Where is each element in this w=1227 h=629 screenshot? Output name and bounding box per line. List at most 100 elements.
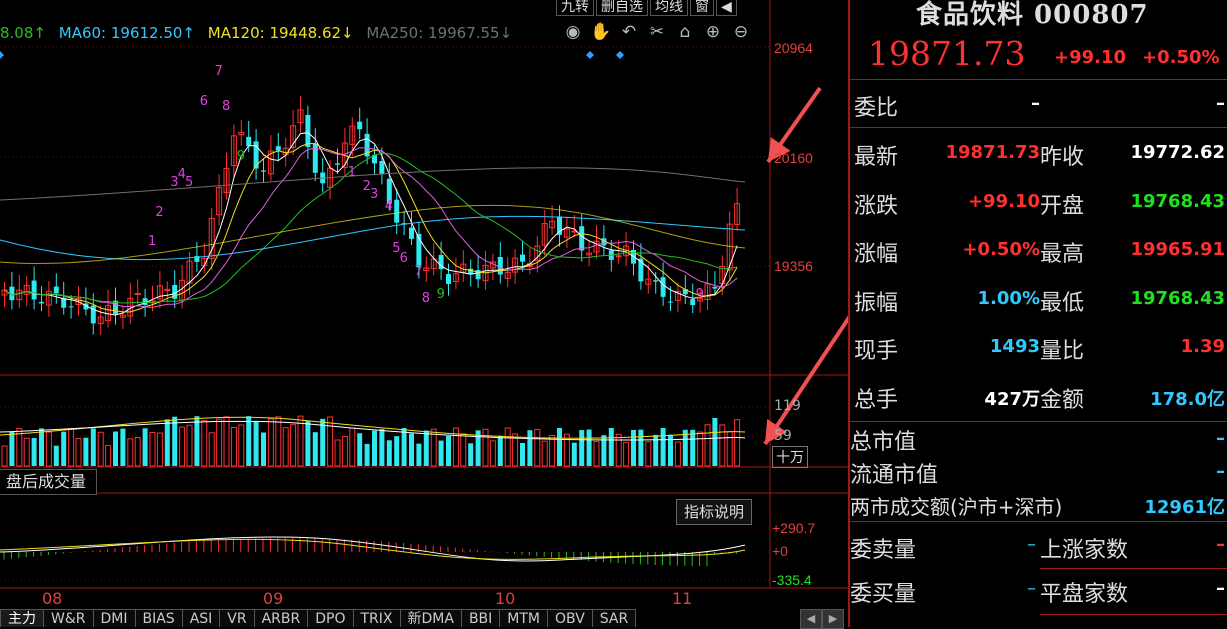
quote-value: 19871.73 <box>945 142 1040 163</box>
volume-bar <box>571 442 577 466</box>
volume-bar <box>468 443 474 466</box>
quote-value: 178.0亿 <box>1150 388 1225 410</box>
price-change: +99.10 <box>1054 47 1127 68</box>
after-hours-volume-tab[interactable]: 盘后成交量 <box>0 469 98 495</box>
volume-bar <box>549 434 556 467</box>
flat-count-label: 平盘家数 <box>1040 582 1129 607</box>
float-mv-label: 流通市值 <box>850 463 939 488</box>
window-button[interactable]: 窗 <box>690 0 714 16</box>
volume-unit: 十万 <box>772 446 808 468</box>
volume-bar <box>579 430 585 466</box>
volume-bar <box>142 428 148 466</box>
nine-turn-button[interactable]: 九转 <box>556 0 594 16</box>
indicator-tab[interactable]: VR <box>219 609 255 627</box>
tab-scroll-arrows: ◀ ▶ <box>800 609 844 629</box>
kline-chart-svg[interactable]: 12345678912345678 9 9 <box>0 0 848 627</box>
volume-bar <box>482 428 489 467</box>
volume-bar <box>68 428 75 467</box>
quote-value: 1.39 <box>1180 336 1225 357</box>
candle <box>357 121 363 130</box>
volume-bar <box>334 439 341 467</box>
volume-bar <box>134 436 141 467</box>
price-axis-label-low: 19356 <box>774 258 813 274</box>
month-label-09: 09 <box>263 589 284 608</box>
candle <box>497 257 503 275</box>
scroll-right-icon[interactable]: ▶ <box>822 609 844 629</box>
indicator-tab[interactable]: 新DMA <box>399 609 462 627</box>
volume-bar <box>563 433 570 467</box>
weicha-value: – <box>1216 93 1225 114</box>
volume-bar <box>401 428 407 466</box>
quote-label: 涨幅 <box>854 242 899 267</box>
zoom-in-icon[interactable]: ⊕ <box>702 22 724 42</box>
candle <box>409 227 414 239</box>
indicator-tab[interactable]: DPO <box>307 609 354 627</box>
collapse-arrow-button[interactable]: ◀ <box>716 0 737 16</box>
volume-bar <box>208 432 215 467</box>
nine-turn-mark: 6 <box>200 94 208 109</box>
total-mv-label: 总市值 <box>850 430 917 455</box>
indicator-tab[interactable]: ARBR <box>253 609 309 627</box>
indicator-tab[interactable]: 主力 <box>0 609 44 627</box>
indicator-tab[interactable]: W&R <box>43 609 94 627</box>
volume-bar <box>156 432 163 467</box>
indicator-tab[interactable]: BIAS <box>134 609 183 627</box>
ma-line <box>4 132 738 316</box>
indicator-tab[interactable]: TRIX <box>352 609 401 627</box>
volume-bar <box>201 420 208 467</box>
quote-label: 金额 <box>1040 387 1085 413</box>
quote-panel: 食品饮料 000807 19871.73 +99.10 +0.50% 委比 – … <box>848 0 1227 627</box>
indicator-tab[interactable]: OBV <box>547 609 593 627</box>
candle <box>446 274 451 284</box>
nine-turn-mark: 1 <box>348 165 356 180</box>
zoom-out-icon[interactable]: ⊖ <box>730 22 752 42</box>
indicator-tab[interactable]: ASI <box>181 609 221 627</box>
quote-label: 最新 <box>854 145 899 170</box>
quote-row: 涨幅 +0.50% 最高 19965.91 <box>850 226 1227 274</box>
volume-bar <box>438 440 444 466</box>
candle <box>653 280 659 282</box>
ma250-value: MA250: 19967.55↓ <box>366 24 513 42</box>
candle <box>335 163 340 165</box>
macd-axis-top: +290.7 <box>772 520 816 536</box>
quote-value: 19768.43 <box>1130 287 1225 309</box>
volume-bar <box>394 436 400 466</box>
candle <box>53 286 59 294</box>
annotation-arrow <box>763 315 848 446</box>
quote-label: 最高 <box>1040 242 1085 267</box>
hand-icon[interactable]: ✋ <box>590 22 612 42</box>
candle <box>690 299 696 306</box>
volume-axis-mid: 59 <box>774 428 792 444</box>
volume-bar <box>39 428 44 466</box>
quote-value: 19772.62 <box>1130 142 1225 163</box>
weibi-row: 委比 – – <box>850 80 1227 128</box>
quote-label: 量比 <box>1040 339 1085 364</box>
candle <box>615 255 622 258</box>
volume-bar <box>172 416 178 466</box>
volume-bar <box>75 438 82 467</box>
volume-bar <box>305 421 311 466</box>
volume-bar <box>223 416 230 467</box>
eye-icon[interactable]: ◉ <box>562 22 584 42</box>
indicator-explain-button[interactable]: 指标说明 <box>676 499 753 525</box>
candle <box>39 301 44 304</box>
nine-turn-mark: 5 <box>185 175 193 190</box>
candle <box>261 170 266 172</box>
indicator-tab[interactable]: DMI <box>92 609 136 627</box>
undo-icon[interactable]: ↶ <box>618 22 640 42</box>
indicator-tab[interactable]: SAR <box>591 609 637 627</box>
kline-chart-area[interactable]: 1234567891234567899 九转 删自选 均线 窗 ◀ 8.08↑ … <box>0 0 848 629</box>
weibi-label: 委比 <box>854 96 899 121</box>
remove-favorite-button[interactable]: 删自选 <box>596 0 648 16</box>
indicator-tab[interactable]: MTM <box>499 609 548 627</box>
volume-bar <box>61 431 67 466</box>
ma-line <box>4 152 738 304</box>
scissors-icon[interactable]: ✂ <box>646 22 668 42</box>
scroll-left-icon[interactable]: ◀ <box>800 609 822 629</box>
volume-bar <box>527 430 533 466</box>
nine-turn-mark: 9 <box>237 149 245 164</box>
ma-line-button[interactable]: 均线 <box>650 0 688 16</box>
indicator-tab[interactable]: BBI <box>460 609 501 627</box>
quote-value: 1.00% <box>977 287 1040 309</box>
lock-icon[interactable]: ⌂ <box>674 22 696 42</box>
